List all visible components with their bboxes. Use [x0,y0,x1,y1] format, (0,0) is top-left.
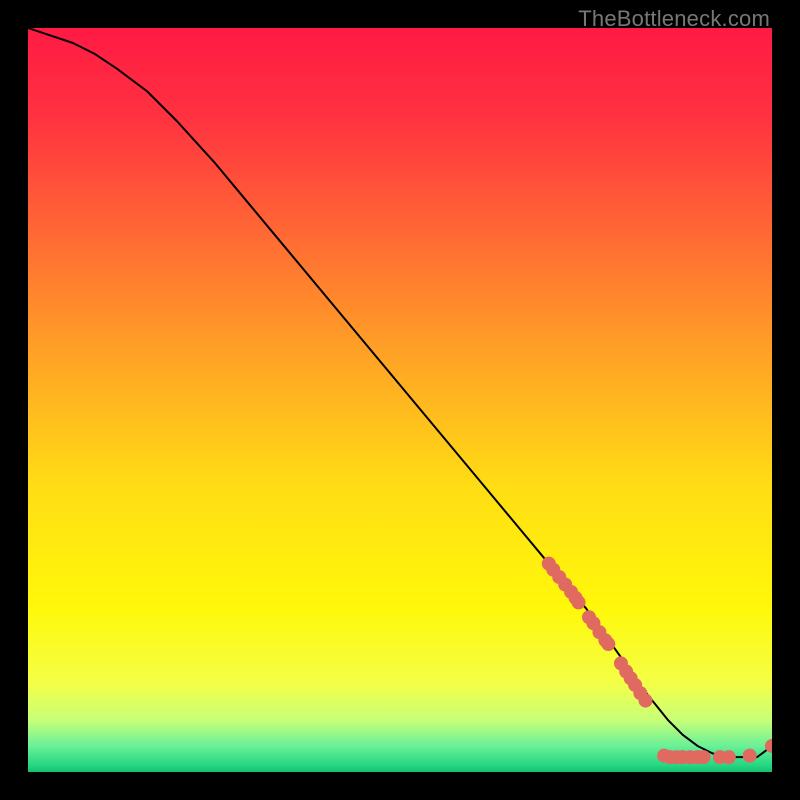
scatter-dot [697,750,711,764]
attribution-label: TheBottleneck.com [578,6,770,32]
scatter-dot [639,694,653,708]
scatter-dot [722,750,736,764]
chart-frame [28,28,772,772]
bottleneck-plot [28,28,772,772]
scatter-dot [601,637,615,651]
scatter-dot [743,749,757,763]
scatter-dot [572,595,586,609]
gradient-background [28,28,772,772]
